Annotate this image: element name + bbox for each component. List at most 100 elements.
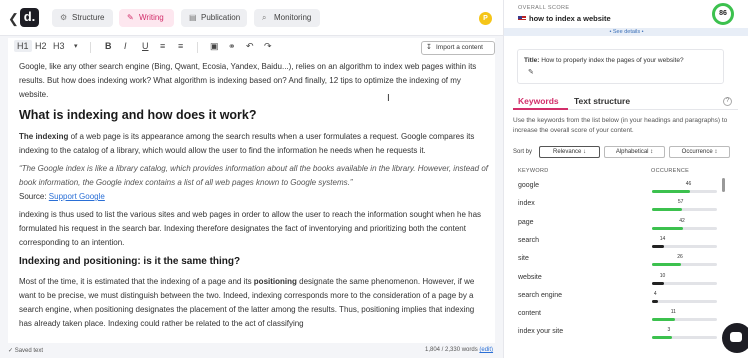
keyword-row[interactable]: website 10 [517, 272, 722, 290]
bold-text: The indexing [19, 132, 69, 141]
heading-2-button[interactable]: H2 [35, 41, 47, 51]
paragraph[interactable]: The indexing of a web page is its appear… [19, 130, 489, 158]
text-editor[interactable]: Google, like any other search engine (Bi… [8, 58, 495, 343]
tab-publication[interactable]: ▤ Publication [181, 9, 247, 27]
sort-relevance-button[interactable]: Relevance ↓ [539, 146, 600, 158]
occurrence-bar: 42 [652, 218, 717, 230]
keyword-row[interactable]: search engine 4 [517, 290, 722, 308]
sort-label: Sort by [513, 149, 533, 155]
keyword-row[interactable]: search 14 [517, 235, 722, 253]
link-icon[interactable]: ⚭ [228, 41, 236, 52]
keyword-row[interactable]: index your site 3 [517, 326, 722, 344]
sort-occurrence-button[interactable]: Occurrence ↕ [669, 146, 730, 158]
download-icon: ↧ [426, 44, 432, 51]
keyword-name: search engine [518, 291, 562, 299]
occurrence-fill [652, 208, 682, 212]
keyword-name: content [518, 310, 541, 318]
keyword-column-header: KEYWORD [518, 168, 549, 174]
occurrence-bar: 14 [652, 236, 717, 248]
source-link[interactable]: Support Google [49, 192, 105, 201]
app-logo[interactable]: d. [20, 8, 39, 27]
text-cursor-icon: I [387, 93, 390, 104]
italic-icon[interactable]: I [124, 41, 127, 51]
bold-icon[interactable]: B [105, 41, 112, 51]
chevron-down-icon[interactable]: ▾ [74, 42, 78, 50]
keyword-name: search [518, 236, 540, 244]
title-card: Title: How to properly index the pages o… [517, 49, 724, 84]
title-label: Title: How to properly index the pages o… [524, 57, 684, 64]
editor-toolbar: H1 H2 H3 ▾ B I U ≡ ≡ ▣ ⚭ ↶ ↷ ↧ Import a … [8, 38, 495, 58]
keyword-row[interactable]: index 57 [517, 198, 722, 216]
score-keyword: how to index a website [529, 14, 611, 23]
sort-alphabetical-button[interactable]: Alphabetical ↕ [604, 146, 665, 158]
occurrence-count: 10 [659, 272, 666, 279]
keyword-list-scrollbar[interactable] [722, 178, 725, 192]
chat-button[interactable] [722, 323, 748, 353]
paragraph-text: Most of the time, it is estimated that t… [19, 277, 254, 286]
tab-structure-label: Structure [72, 13, 105, 22]
heading-3-button[interactable]: H3 [53, 41, 65, 51]
occurrence-bar: 4 [652, 291, 717, 303]
keyword-row[interactable]: content 11 [517, 308, 722, 326]
paragraph[interactable]: Google, like any other search engine (Bi… [19, 60, 489, 102]
back-arrow-icon[interactable]: ❮ [8, 11, 19, 27]
occurrence-fill [652, 336, 672, 340]
search-icon: ⌕ [262, 13, 267, 22]
bullet-list-icon[interactable]: ≡ [160, 41, 165, 51]
status-bar: ✓ Saved text 1,804 / 2,330 words (edit) [0, 343, 503, 358]
occurrence-count: 57 [677, 199, 684, 206]
keyword-row[interactable]: google 46 [517, 180, 722, 198]
score-gauge: 86 [712, 3, 734, 25]
tab-monitoring[interactable]: ⌕ Monitoring [254, 9, 320, 27]
editor-content[interactable]: Google, like any other search engine (Bi… [19, 60, 489, 335]
paragraph[interactable]: indexing is thus used to list the variou… [19, 208, 489, 250]
saved-status: ✓ Saved text [8, 347, 43, 354]
help-icon[interactable]: ? [723, 97, 732, 106]
top-bar: ❮ d. ⚙ Structure ✎ Writing ▤ Publication… [0, 0, 503, 36]
undo-icon[interactable]: ↶ [246, 41, 254, 52]
keyword-name: index your site [518, 328, 564, 336]
import-content-button[interactable]: ↧ Import a content [421, 41, 495, 55]
toolbar-divider [90, 42, 91, 53]
tab-structure[interactable]: ⚙ Structure [52, 9, 113, 27]
image-icon[interactable]: ▣ [210, 41, 219, 52]
tab-writing[interactable]: ✎ Writing [119, 9, 174, 27]
occurrence-count: 4 [653, 290, 657, 297]
paragraph[interactable]: Most of the time, it is estimated that t… [19, 275, 489, 331]
heading-1-button[interactable]: H1 [14, 40, 32, 52]
tab-text-structure[interactable]: Text structure [574, 96, 630, 106]
keyword-row[interactable]: page 42 [517, 217, 722, 235]
keyword-row[interactable]: site 26 [517, 253, 722, 271]
redo-icon[interactable]: ↷ [264, 41, 272, 52]
underline-icon[interactable]: U [142, 41, 149, 51]
avatar[interactable]: P [479, 12, 492, 25]
calendar-icon: ▤ [189, 13, 197, 22]
import-content-label: Import a content [436, 44, 483, 51]
edit-word-target-link[interactable]: (edit) [479, 347, 493, 353]
tab-publication-label: Publication [201, 13, 241, 22]
toolbar-divider [197, 42, 198, 53]
heading-3[interactable]: Indexing and positioning: is it the same… [19, 254, 489, 269]
tab-monitoring-label: Monitoring [274, 13, 312, 22]
source-line: Source: Support Google [19, 190, 489, 204]
tab-keywords[interactable]: Keywords [518, 96, 559, 106]
occurrence-fill [652, 190, 690, 193]
bold-text: positioning [253, 277, 297, 286]
heading-2[interactable]: What is indexing and how does it work? [19, 106, 489, 124]
occurrence-fill [652, 263, 682, 267]
active-tab-indicator [513, 108, 568, 110]
word-count-value: 1,804 / 2,330 words [425, 347, 478, 353]
check-icon: ✓ [8, 348, 14, 354]
occurrence-fill [652, 299, 658, 303]
pen-icon[interactable]: ✎ [528, 68, 534, 76]
occurrence-bar: 57 [652, 199, 717, 212]
keyword-name: page [518, 218, 534, 226]
occurrence-bar: 46 [652, 181, 717, 193]
see-details-link[interactable]: • See details • [504, 28, 748, 36]
keyword-name: google [518, 182, 540, 189]
occurrence-track [652, 299, 717, 303]
occurrence-bar: 3 [652, 327, 717, 340]
quote[interactable]: “The Google index is like a library cata… [19, 162, 489, 190]
paragraph-text: of a web page is its appearance among th… [19, 132, 475, 155]
numbered-list-icon[interactable]: ≡ [178, 41, 183, 51]
